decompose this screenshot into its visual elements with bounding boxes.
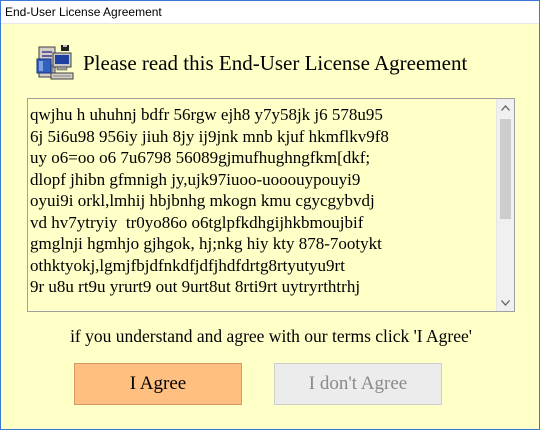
disagree-button[interactable]: I don't Agree xyxy=(274,363,442,405)
license-line: othktyokj,lgmjfbjdfnkdfjdfjhdfdrtg8rtyut… xyxy=(30,255,345,275)
license-line: oyui9i orkl,lmhij hbjbnhg mkogn kmu cgyc… xyxy=(30,191,375,210)
license-line: 9r u8u rt9u yrurt9 out 9urt8ut 8rti9rt u… xyxy=(30,277,361,296)
title-bar[interactable]: End-User License Agreement xyxy=(1,1,539,24)
scroll-thumb[interactable] xyxy=(500,119,511,219)
license-line: vd hv7ytryiy tr0yo86o o6tglpfkdhgijhkbmo… xyxy=(30,212,364,232)
window-title: End-User License Agreement xyxy=(5,5,162,19)
license-text-area[interactable]: qwjhu h uhuhnj bdfr 56rgw ejh8 y7y58jk j… xyxy=(27,98,515,312)
license-line: gmglnji hgmhjo gjhgok, hj;nkg hiy kty 87… xyxy=(30,234,382,253)
instruction-text: if you understand and agree with our ter… xyxy=(70,326,472,346)
vertical-scrollbar[interactable] xyxy=(496,99,514,311)
license-line: qwjhu h uhuhnj bdfr 56rgw ejh8 y7y58jk j… xyxy=(30,105,383,124)
scroll-up-arrow-icon[interactable] xyxy=(497,99,514,116)
license-line: 6j 5i6u98 956iy jiuh 8jy ij9jnk mnb kjuf… xyxy=(30,126,389,146)
license-dialog-window: End-User License Agreement Please read t… xyxy=(0,0,540,430)
license-line: dlopf jhibn gfmnigh jy,ujk97iuoo-uooouyp… xyxy=(30,169,361,189)
header-title: Please read this End-User License Agreem… xyxy=(83,51,468,75)
license-line: uy o6=oo o6 7u6798 56089gjmufhughngfkm[d… xyxy=(30,148,371,167)
installer-computer-icon xyxy=(35,43,75,83)
agree-button[interactable]: I Agree xyxy=(74,363,242,405)
scroll-down-arrow-icon[interactable] xyxy=(497,294,514,311)
license-text: qwjhu h uhuhnj bdfr 56rgw ejh8 y7y58jk j… xyxy=(30,104,496,310)
